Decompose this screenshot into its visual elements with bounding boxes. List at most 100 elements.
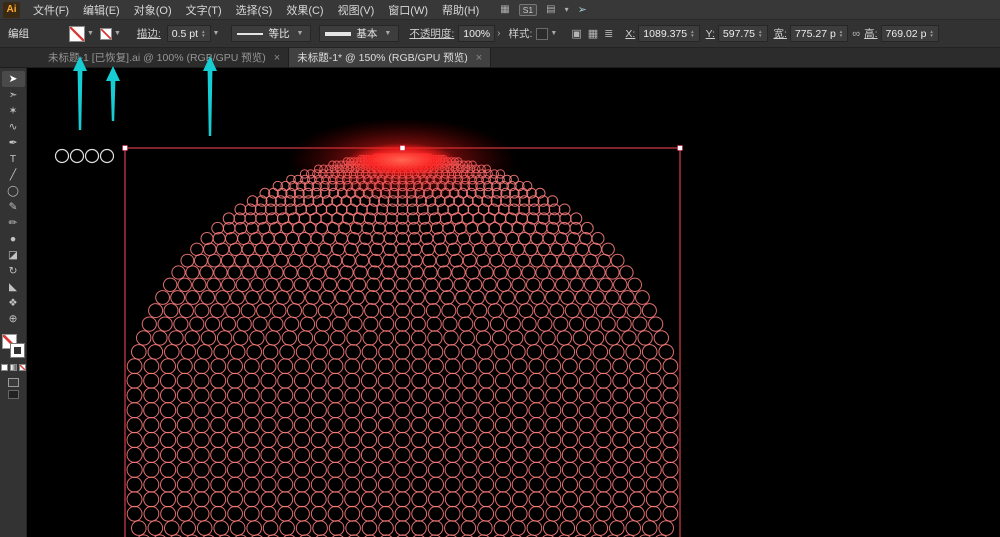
fill-stroke-indicator[interactable] [2,334,25,358]
stepper-icon[interactable]: ▲ ▼ [839,29,843,38]
color-type-buttons [0,364,26,371]
style-label: 样式: [508,28,533,40]
chevron-down-icon[interactable]: ▼ [87,30,94,37]
direct-selection-tool[interactable]: ➣ [2,87,25,103]
scale-tool[interactable]: ◣ [2,279,25,295]
screen-mode-icon[interactable] [7,390,19,399]
width-input[interactable]: 775.27 p ▲ ▼ [789,25,849,42]
none-button[interactable] [18,364,26,371]
gradient-button[interactable] [9,364,17,371]
pencil-tool[interactable]: ✏ [2,215,25,231]
y-input[interactable]: 597.75 ▲ ▼ [717,25,768,42]
bounding-box-handle[interactable] [677,145,683,151]
height-input[interactable]: 769.02 p ▲ ▼ [880,25,939,42]
circle-sphere-artwork[interactable] [126,153,679,537]
align-icon[interactable]: ▦ [588,27,598,40]
stroke-weight-input[interactable]: 0.5 pt ▲ ▼ [166,25,211,42]
type-tool[interactable]: T [2,151,25,167]
brush-value: 基本 [356,28,378,40]
brush-preview-line [325,31,352,36]
control-bar: 编组 ▼ ▼ 描边: 0.5 pt ▲ ▼ ▼ 等比 ▼ 基本 ▼ 不透明度: 1… [0,20,1000,48]
menu-item-8[interactable]: 窗口(W) [381,2,435,18]
x-value: 1089.375 [643,27,688,40]
pen-tool[interactable]: ✒ [2,135,25,151]
menubar-right-icons: ▦ S1 ▤ ▾ ➢ [500,3,587,16]
stray-circles[interactable] [54,148,115,164]
stepper-icon[interactable]: ▲ ▼ [929,29,933,38]
height-label[interactable]: 高: [864,26,877,41]
chevron-down-icon[interactable]: ▼ [550,30,557,37]
bounding-box-handle[interactable] [399,145,406,151]
width-value: 775.27 p [794,27,836,40]
opacity-label[interactable]: 不透明度: [409,26,454,41]
stroke-label[interactable]: 描边: [137,26,161,41]
fill-none-swatch[interactable] [69,25,85,42]
stroke-weight-value: 0.5 pt [171,27,199,40]
document-tab-2[interactable]: 未标题-1* @ 150% (RGB/GPU 预览) × [289,48,492,67]
document-setup-icon[interactable]: ▣ [571,27,581,40]
chevron-down-icon[interactable]: ▼ [114,30,121,37]
workspace-badge[interactable]: S1 [518,3,538,16]
menu-item-7[interactable]: 视图(V) [331,2,382,18]
menu-items: 文件(F) 编辑(E) 对象(O) 文字(T) 选择(S) 效果(C) 视图(V) 窗口(W)… [26,2,486,18]
document-tab-1[interactable]: 未标题-1 [已恢复].ai @ 100% (RGB/GPU 预览) × [40,48,290,67]
style-swatch[interactable] [536,27,549,40]
paintbrush-tool[interactable]: ✎ [2,199,25,215]
stroke-none-swatch[interactable] [99,27,112,40]
draw-normal-icon[interactable] [7,378,19,387]
selection-type-label: 编组 [8,28,29,40]
stroke-swatch[interactable] [10,343,25,358]
menu-item-5[interactable]: 选择(S) [229,2,280,18]
app-grid-icon[interactable]: ▦ [500,4,509,15]
menu-item-2[interactable]: 编辑(E) [76,2,127,18]
opacity-expand-icon[interactable]: › [497,28,500,39]
opacity-input[interactable]: 100% [458,25,496,42]
lasso-tool[interactable]: ∿ [2,119,25,135]
selection-tool[interactable]: ➤ [1,71,25,87]
blob-brush-tool[interactable]: ● [2,231,25,247]
fill-color-control[interactable]: ▼ [69,25,96,42]
eraser-tool[interactable]: ◪ [2,247,25,263]
canvas-area[interactable] [27,68,1000,537]
chevron-down-icon[interactable]: ▾ [565,5,569,14]
bounding-box-handle[interactable] [122,145,128,151]
color-button[interactable] [0,364,8,371]
menu-item-4[interactable]: 文字(T) [179,2,229,18]
stroke-color-control[interactable]: ▼ [99,27,123,40]
y-value: 597.75 [722,27,756,40]
brush-definition-dropdown[interactable]: 基本 ▼ [319,25,400,42]
stepper-icon[interactable]: ▲ ▼ [690,29,694,38]
menu-item-9[interactable]: 帮助(H) [435,2,486,18]
x-label[interactable]: X: [625,28,635,40]
tab-close-icon[interactable]: × [476,52,482,64]
stepper-icon[interactable]: ▲ ▼ [758,29,762,38]
zoom-tool[interactable]: ⊕ [2,311,25,327]
tab-title: 未标题-1 [已恢复].ai @ 100% (RGB/GPU 预览) [48,52,266,64]
tab-close-icon[interactable]: × [274,52,280,64]
y-label[interactable]: Y: [706,28,715,40]
arrange-icon[interactable]: ≣ [604,27,613,40]
menu-item-6[interactable]: 效果(C) [279,2,330,18]
menu-item-1[interactable]: 文件(F) [26,2,76,18]
opacity-value: 100% [463,27,491,40]
hand-tool[interactable]: ❖ [2,295,25,311]
menu-bar: Ai 文件(F) 编辑(E) 对象(O) 文字(T) 选择(S) 效果(C) 视图(V) 窗口… [0,0,1000,20]
magic-wand-tool[interactable]: ✶ [2,103,25,119]
tab-title: 未标题-1* @ 150% (RGB/GPU 预览) [297,52,468,64]
ellipse-tool[interactable]: ◯ [2,183,25,199]
stroke-weight-dropdown-icon[interactable]: ▼ [213,30,220,37]
profile-preview-line [237,32,264,35]
width-label[interactable]: 宽: [774,26,787,41]
x-input[interactable]: 1089.375 ▲ ▼ [638,25,700,42]
stepper-icon[interactable]: ▲ ▼ [201,29,205,38]
menu-item-3[interactable]: 对象(O) [127,2,179,18]
tool-panel: ➤ ➣ ✶ ∿ ✒ T ╱ ◯ ✎ ✏ ● ◪ ↻ ◣ ❖ ⊕ [0,68,27,537]
width-profile-dropdown[interactable]: 等比 ▼ [231,25,312,42]
share-icon[interactable]: ➢ [578,3,587,16]
chevron-down-icon: ▼ [296,30,304,37]
panels-icon[interactable]: ▤ [546,4,555,15]
rotate-tool[interactable]: ↻ [2,263,25,279]
constrain-proportions-link-icon[interactable]: ∞ [852,28,860,40]
draw-mode-buttons [7,378,19,399]
line-segment-tool[interactable]: ╱ [2,167,25,183]
